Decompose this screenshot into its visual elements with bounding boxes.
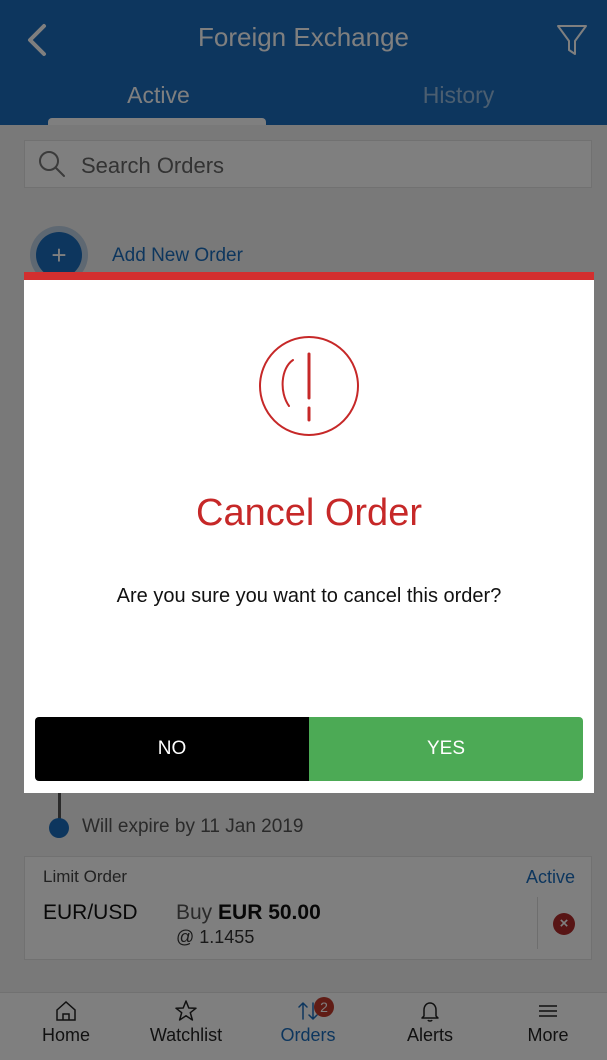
alert-icon (259, 336, 359, 436)
dialog-title: Cancel Order (196, 492, 422, 534)
no-button[interactable]: NO (35, 717, 309, 781)
cancel-order-dialog: Cancel Order Are you sure you want to ca… (24, 272, 594, 793)
yes-button[interactable]: YES (309, 717, 583, 781)
dialog-message: Are you sure you want to cancel this ord… (116, 585, 502, 607)
